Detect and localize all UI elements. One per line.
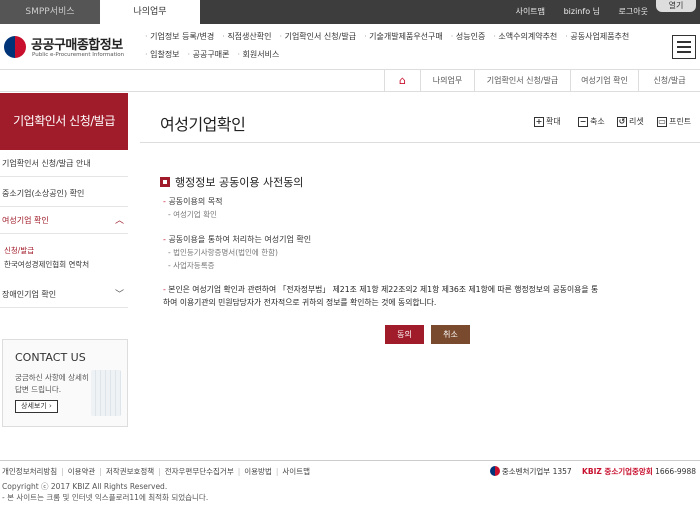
footer-link[interactable]: 저작권보호정책 <box>99 467 154 476</box>
sidebar-item-disabled-enterprise[interactable]: 장애인기업 확인 ﹀ <box>0 282 128 308</box>
sidebar-item-women-enterprise[interactable]: 여성기업 확인 ︿ <box>0 208 128 234</box>
gnb-row-2: 입찰정보 공공구매론 회원서비스 <box>145 46 665 64</box>
emblem-icon <box>489 466 500 476</box>
ministry-phone: 1357 <box>552 467 572 476</box>
print-button[interactable]: ▭ 프린트 <box>657 115 691 129</box>
processing-line: - 사업자등록증 <box>168 261 215 270</box>
tab-my-work[interactable]: 나의업무 <box>100 0 200 24</box>
sidebar-subitem-contact[interactable]: 한국여성경제인협회 연락처 <box>4 258 128 272</box>
global-nav: 기업정보 등록/변경 직접생산확인 기업확인서 신청/발급 기술개발제품우선구매… <box>145 28 665 64</box>
sidebar-item-label: 중소기업(소상공인) 확인 <box>2 189 85 198</box>
reset-icon: ↺ <box>617 116 627 127</box>
top-links: 사이트맵 bizinfo 님 로그아웃 <box>500 0 648 24</box>
sidebar-subitems: 신청/발급 한국여성경제인협회 연락처 <box>0 244 128 272</box>
footer-link[interactable]: 전자우편무단수집거부 <box>158 467 234 476</box>
gnb-item[interactable]: 기술개발제품우선구매 <box>364 28 443 46</box>
sidebar-item-guide[interactable]: 기업확인서 신청/발급 안내 <box>0 151 128 177</box>
gnb-item[interactable]: 공동사업제품추천 <box>565 28 629 46</box>
open-toggle-button[interactable]: 열기 <box>656 0 696 12</box>
gnb-row-1: 기업정보 등록/변경 직접생산확인 기업확인서 신청/발급 기술개발제품우선구매… <box>145 28 665 46</box>
site-header: 공공구매종합정보 Public e-Procurement Informatio… <box>0 24 700 70</box>
gnb-item[interactable]: 회원서비스 <box>237 46 280 64</box>
sidebar-heading: 기업확인서 신청/발급 <box>0 93 128 150</box>
tab-smpp-service[interactable]: SMPP서비스 <box>0 0 100 24</box>
gnb-item[interactable]: 공공구매론 <box>188 46 230 64</box>
building-illustration <box>91 370 121 416</box>
consent-text: 본인은 여성기업 확인과 관련하여 「전자정부법」 제21조 제1항 제22조의… <box>163 283 603 309</box>
agree-button[interactable]: 동의 <box>385 325 424 344</box>
hamburger-menu-icon[interactable] <box>672 35 696 59</box>
gnb-item[interactable]: 기업확인서 신청/발급 <box>279 28 356 46</box>
page-title: 여성기업확인 <box>160 115 246 134</box>
title-divider <box>140 142 700 143</box>
gnb-item[interactable]: 성능인증 <box>451 28 485 46</box>
processing-line: - 법인등기사항증명서(법인에 한함) <box>168 248 278 257</box>
reset-button[interactable]: ↺ 리셋 <box>617 115 644 129</box>
browser-notice: - 본 사이트는 크롬 및 인터넷 익스플로러11에 최적화 되었습니다. <box>2 493 209 502</box>
sidebar-item-label: 여성기업 확인 <box>2 216 49 225</box>
contact-detail-button[interactable]: 상세보기 › <box>15 400 58 413</box>
emblem-icon <box>4 36 26 58</box>
gnb-item[interactable]: 직접생산확인 <box>222 28 271 46</box>
breadcrumb-item[interactable]: 신청/발급 <box>638 70 700 92</box>
sitemap-link[interactable]: 사이트맵 <box>516 7 545 16</box>
gnb-item[interactable]: 입찰정보 <box>145 46 179 64</box>
logout-link[interactable]: 로그아웃 <box>619 7 648 16</box>
kbiz-name: KBIZ 중소기업중앙회 <box>582 467 653 476</box>
user-name-link[interactable]: bizinfo 님 <box>564 7 600 16</box>
sidebar-item-label: 장애인기업 확인 <box>2 290 57 299</box>
footer-link[interactable]: 이용방법 <box>238 467 272 476</box>
logo-subtitle: Public e-Procurement Information <box>32 52 125 58</box>
logo-title: 공공구매종합정보 <box>31 38 123 53</box>
footer-link[interactable]: 이용약관 <box>61 467 95 476</box>
sidebar-item-sme[interactable]: 중소기업(소상공인) 확인 <box>0 181 128 207</box>
purpose-heading: 공동이용의 목적 <box>163 196 222 207</box>
minus-icon: − <box>578 116 588 127</box>
breadcrumb: ⌂ 나의업무 기업확인서 신청/발급 여성기업 확인 신청/발급 <box>0 70 700 92</box>
chevron-up-icon: ︿ <box>114 216 124 226</box>
breadcrumb-item[interactable]: 나의업무 <box>420 70 474 92</box>
top-bar: SMPP서비스 나의업무 사이트맵 bizinfo 님 로그아웃 열기 <box>0 0 700 24</box>
plus-icon: + <box>534 116 544 127</box>
cancel-button[interactable]: 취소 <box>431 325 470 344</box>
copyright: Copyright ⓒ 2017 KBIZ All Rights Reserve… <box>2 482 168 491</box>
contact-box: CONTACT US 궁금하신 사항에 상세히 답변 드립니다. 상세보기 › <box>2 339 128 427</box>
contact-description: 궁금하신 사항에 상세히 답변 드립니다. <box>15 373 89 394</box>
print-icon: ▭ <box>657 116 667 127</box>
footer-link[interactable]: 사이트맵 <box>276 467 310 476</box>
sidebar-subitem-apply[interactable]: 신청/발급 <box>4 244 128 258</box>
footer-contacts: 중소벤처기업부 1357 KBIZ 중소기업중앙회 1666-9988 <box>489 466 696 477</box>
breadcrumb-item[interactable]: 여성기업 확인 <box>570 70 638 92</box>
chevron-down-icon: ﹀ <box>114 290 124 300</box>
zoom-in-button[interactable]: + 확대 <box>534 115 561 129</box>
footer-links: 개인정보처리방침 이용약관 저작권보호정책 전자우편무단수집거부 이용방법 사이트맵 <box>2 466 314 477</box>
kbiz-phone: 1666-9988 <box>655 467 696 476</box>
breadcrumb-item[interactable]: 기업확인서 신청/발급 <box>474 70 570 92</box>
contact-title: CONTACT US <box>15 351 86 364</box>
gnb-item[interactable]: 기업정보 등록/변경 <box>145 28 214 46</box>
home-icon[interactable]: ⌂ <box>384 70 420 92</box>
section-bullet-icon <box>160 177 170 187</box>
purpose-line: - 여성기업 확인 <box>168 210 217 219</box>
footer-divider <box>0 460 700 461</box>
site-logo[interactable]: 공공구매종합정보 Public e-Procurement Informatio… <box>4 33 142 63</box>
ministry-name: 중소벤처기업부 <box>501 467 551 476</box>
gnb-item[interactable]: 소액수의계약추천 <box>493 28 557 46</box>
section-title: 행정정보 공동이용 사전동의 <box>160 174 303 190</box>
zoom-out-button[interactable]: − 축소 <box>578 115 605 129</box>
processing-heading: 공동이용을 통하여 처리하는 여성기업 확인 <box>163 234 311 245</box>
footer-link[interactable]: 개인정보처리방침 <box>2 467 57 476</box>
sidebar-item-label: 기업확인서 신청/발급 안내 <box>2 159 91 168</box>
